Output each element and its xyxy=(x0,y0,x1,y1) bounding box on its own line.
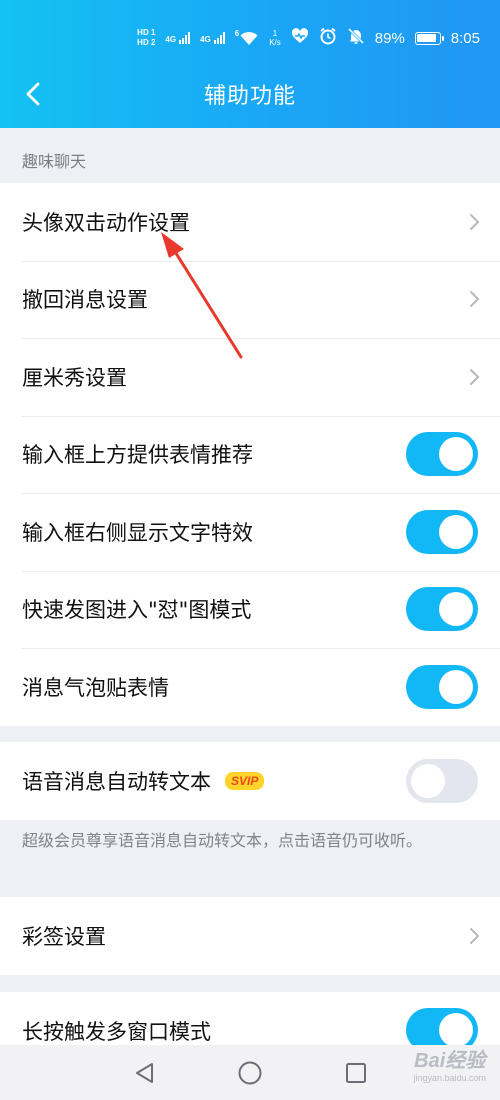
settings-group-fun-chat: 头像双击动作设置 撤回消息设置 厘米秀设置 输入框上方提供表情推荐 输入框右侧显… xyxy=(0,183,500,726)
setting-label: 快速发图进入"怼"图模式 xyxy=(22,598,252,623)
svip-badge: SVIP xyxy=(225,771,265,790)
chevron-right-icon xyxy=(470,291,480,308)
settings-group-tag: 彩签设置 xyxy=(0,897,500,975)
toggle-quick-image[interactable] xyxy=(406,587,478,632)
setting-label: 彩签设置 xyxy=(22,924,106,949)
setting-avatar-double-tap[interactable]: 头像双击动作设置 xyxy=(0,183,500,261)
baidu-watermark: Bai经验 jingyan.baidu.com xyxy=(413,1049,486,1083)
chevron-right-icon xyxy=(470,927,480,944)
status-bar: HD 1 HD 2 4G 4G 6 1 K/s 89% 8:05 xyxy=(137,24,480,52)
net1-label: 4G xyxy=(165,35,177,44)
signal-icon: 4G xyxy=(165,32,191,44)
watermark-main: Bai经验 xyxy=(414,1050,486,1072)
section-label-fun-chat: 趣味聊天 xyxy=(22,152,87,171)
nav-back-button[interactable] xyxy=(130,1059,158,1087)
setting-multi-window: 长按触发多窗口模式 xyxy=(0,992,500,1045)
heart-icon xyxy=(291,28,309,48)
setting-label: 厘米秀设置 xyxy=(22,365,127,390)
setting-label: 输入框右侧显示文字特效 xyxy=(22,520,253,545)
clock-time: 8:05 xyxy=(450,29,480,47)
chevron-right-icon xyxy=(470,368,480,385)
speed-unit: K/s xyxy=(269,38,281,47)
square-recents-icon xyxy=(346,1063,366,1083)
battery-icon xyxy=(414,31,444,45)
toggle-voice-to-text[interactable] xyxy=(406,758,478,803)
page-title: 辅助功能 xyxy=(203,84,296,109)
circle-home-icon xyxy=(238,1061,262,1085)
setting-emoji-suggest: 输入框上方提供表情推荐 xyxy=(0,415,500,494)
hd-indicator: HD 1 HD 2 xyxy=(137,29,155,47)
toggle-emoji-suggest[interactable] xyxy=(406,432,478,477)
alarm-icon xyxy=(319,27,337,49)
setting-label: 撤回消息设置 xyxy=(22,288,148,313)
setting-voice-to-text: 语音消息自动转文本 SVIP xyxy=(0,742,500,820)
signal2-icon: 4G xyxy=(200,32,225,44)
toggle-bubble-stickers[interactable] xyxy=(406,664,478,709)
wifi-icon: 6 xyxy=(235,30,259,46)
settings-group-voice: 语音消息自动转文本 SVIP xyxy=(0,742,500,820)
setting-quick-image: 快速发图进入"怼"图模式 xyxy=(0,570,500,649)
chevron-right-icon xyxy=(470,213,480,230)
setting-cmshow[interactable]: 厘米秀设置 xyxy=(0,338,500,416)
setting-recall-message[interactable]: 撤回消息设置 xyxy=(0,260,500,339)
toggle-text-effects[interactable] xyxy=(406,509,478,554)
app-header: HD 1 HD 2 4G 4G 6 1 K/s 89% 8:05 辅助功能 xyxy=(0,0,500,128)
setting-text-effects: 输入框右侧显示文字特效 xyxy=(0,493,500,571)
annotation-arrow-icon xyxy=(161,232,243,359)
setting-label: 输入框上方提供表情推荐 xyxy=(22,443,253,468)
battery-percent: 89% xyxy=(374,29,405,47)
triangle-back-icon xyxy=(136,1063,153,1083)
watermark-sub: jingyan.baidu.com xyxy=(413,1073,486,1083)
mute-icon xyxy=(347,27,365,49)
setting-label: 长按触发多窗口模式 xyxy=(22,1020,211,1044)
setting-label: 语音消息自动转文本 xyxy=(22,769,211,794)
hd2-label: HD 2 xyxy=(137,38,156,47)
hd1-label: HD 1 xyxy=(137,28,156,37)
net2-label: 4G xyxy=(200,35,211,44)
settings-group-multiwindow: 长按触发多窗口模式 xyxy=(0,992,500,1045)
nav-recents-button[interactable] xyxy=(342,1059,370,1087)
toggle-multi-window[interactable] xyxy=(406,1008,478,1045)
speed-value: 1 xyxy=(272,29,278,38)
setting-colored-tag[interactable]: 彩签设置 xyxy=(0,897,500,975)
setting-bubble-stickers: 消息气泡贴表情 xyxy=(0,648,500,726)
voice-to-text-note: 超级会员尊享语音消息自动转文本，点击语音仍可收听。 xyxy=(22,831,423,850)
setting-label: 消息气泡贴表情 xyxy=(22,675,169,700)
net-speed: 1 K/s xyxy=(269,29,281,47)
nav-home-button[interactable] xyxy=(236,1059,264,1087)
